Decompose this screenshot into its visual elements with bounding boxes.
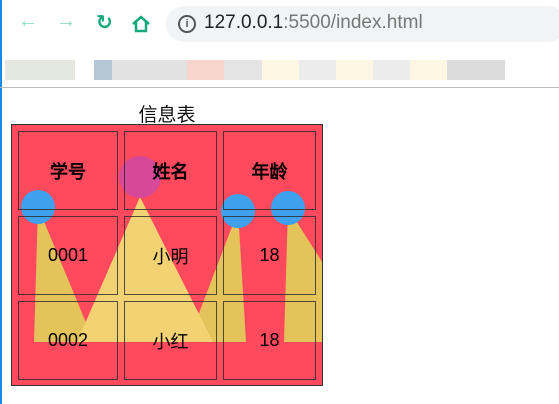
- browser-toolbar: ← → ↻ i 127.0.0.1:5500/index.html: [0, 0, 559, 48]
- address-bar[interactable]: i 127.0.0.1:5500/index.html: [166, 6, 559, 42]
- table-cell: 0001: [18, 216, 118, 295]
- table-cell: 0002: [18, 301, 118, 380]
- url-host: 127.0.0.1: [204, 12, 284, 33]
- url-path: :5500/index.html: [283, 12, 423, 33]
- forward-icon[interactable]: →: [56, 10, 76, 33]
- header-cell: 年龄: [223, 131, 316, 210]
- bookmarks-bar-blurred: [0, 52, 559, 80]
- header-cell: 姓名: [124, 131, 217, 210]
- table-caption: 信息表: [138, 105, 196, 126]
- table-cell: 小红: [124, 301, 217, 380]
- info-icon[interactable]: i: [178, 15, 196, 33]
- table-cell: 小明: [124, 216, 217, 295]
- info-table: 学号 姓名 年龄 0001 小明 18 0002 小红 18: [11, 124, 323, 386]
- back-icon[interactable]: ←: [18, 10, 38, 33]
- home-icon[interactable]: [131, 14, 151, 34]
- header-cell: 学号: [18, 131, 118, 210]
- table-cell: 18: [223, 216, 316, 295]
- table-cell: 18: [223, 301, 316, 380]
- reload-icon[interactable]: ↻: [96, 10, 113, 35]
- toolbar-divider: [0, 87, 559, 88]
